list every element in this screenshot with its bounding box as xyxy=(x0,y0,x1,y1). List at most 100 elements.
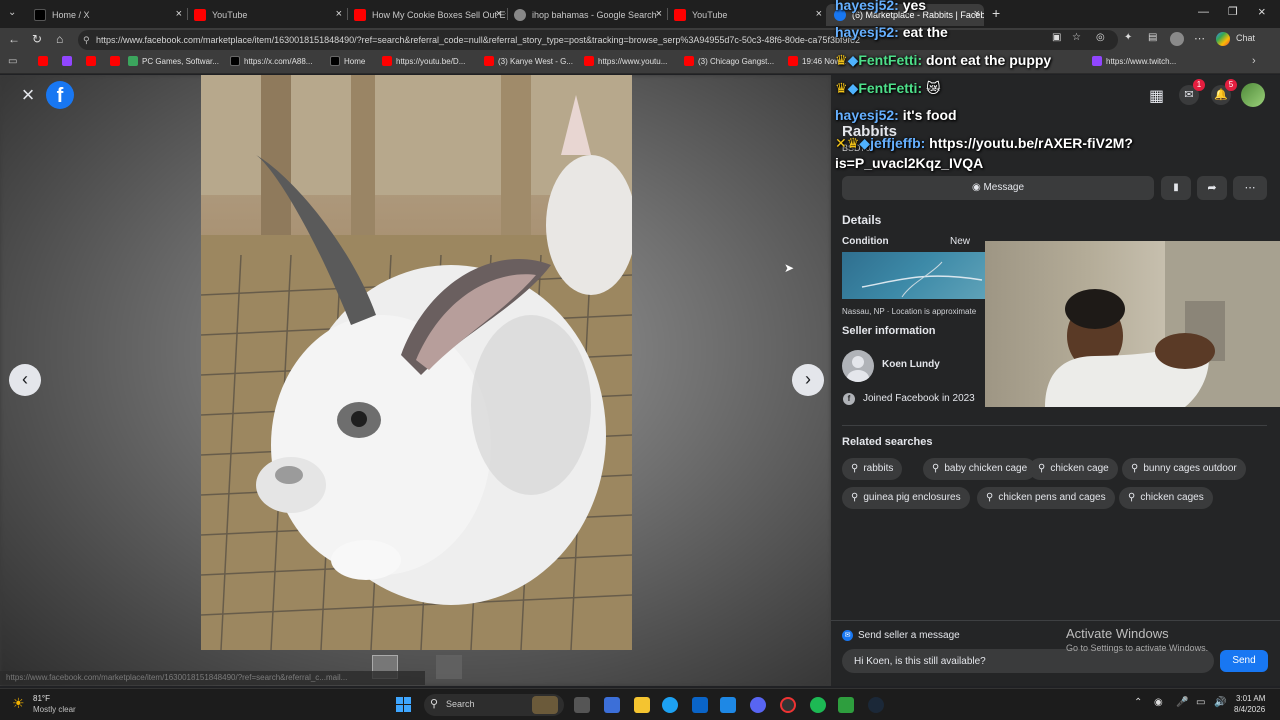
related-chip-baby-chicken-cage[interactable]: ⚲ baby chicken cage xyxy=(923,458,1037,480)
related-chip-chicken-cage[interactable]: ⚲ chicken cage xyxy=(1029,458,1118,480)
tab-google-search[interactable]: ihop bahamas - Google Search × xyxy=(506,4,666,26)
obs-icon[interactable] xyxy=(780,697,796,713)
share-listing-button[interactable]: ➦ xyxy=(1197,176,1227,200)
save-listing-button[interactable]: ▮ xyxy=(1161,176,1191,200)
xbox-icon[interactable] xyxy=(838,697,854,713)
browser-toolbar: ← ↻ ⌂ ⚲ https://www.facebook.com/marketp… xyxy=(0,28,1280,52)
close-tab-icon[interactable]: × xyxy=(816,8,822,20)
seller-avatar[interactable] xyxy=(842,350,874,382)
seller-name-link[interactable]: Koen Lundy xyxy=(882,359,940,370)
bookmarks-overflow-icon[interactable]: › xyxy=(1252,55,1256,67)
browser-tab-strip: ⌄ Home / X × YouTube × How My Cookie Box… xyxy=(0,0,1280,28)
related-chip-rabbits[interactable]: ⚲ rabbits xyxy=(842,458,903,480)
taskbar-date[interactable]: 8/4/2026 xyxy=(1234,705,1265,714)
discord-icon[interactable] xyxy=(750,697,766,713)
task-view-icon[interactable] xyxy=(574,697,590,713)
minimize-icon[interactable]: — xyxy=(1198,6,1209,18)
related-chip-chicken-pens-and-cages[interactable]: ⚲ chicken pens and cages xyxy=(977,487,1115,509)
tab-youtube-2[interactable]: YouTube × xyxy=(666,4,826,26)
bookmark-item[interactable]: https://x.com/A88... xyxy=(230,56,312,66)
maximize-icon[interactable]: ❐ xyxy=(1228,5,1238,18)
outlook-icon[interactable] xyxy=(720,697,736,713)
close-tab-icon[interactable]: × xyxy=(176,8,182,20)
site-info-icon[interactable]: ⚲ xyxy=(83,30,90,50)
weather-icon[interactable]: ☀ xyxy=(12,695,25,712)
close-tab-icon[interactable]: × xyxy=(656,8,662,20)
extension-icon[interactable]: ◎ xyxy=(1096,32,1105,43)
chat-button[interactable]: Chat xyxy=(1236,33,1255,43)
next-photo-button[interactable]: › xyxy=(792,364,824,396)
bookmark-item[interactable]: https://www.youtu... xyxy=(584,56,667,66)
chat-text: dont eat the puppy xyxy=(926,52,1052,68)
previous-photo-button[interactable]: ‹ xyxy=(9,364,41,396)
steam-icon[interactable] xyxy=(868,697,884,713)
account-avatar[interactable] xyxy=(1241,83,1265,107)
youtube-icon xyxy=(194,9,206,21)
file-explorer-icon[interactable] xyxy=(634,697,650,713)
chrome-icon[interactable] xyxy=(662,697,678,713)
store-icon[interactable] xyxy=(692,697,708,713)
bookmark-item[interactable] xyxy=(110,56,124,66)
network-icon[interactable]: ▭ xyxy=(1196,697,1205,708)
map-roads xyxy=(861,261,983,298)
bookmark-item[interactable] xyxy=(62,56,76,66)
menu-dots-icon[interactable]: ⋯ xyxy=(1194,32,1205,45)
profile-avatar[interactable] xyxy=(1170,32,1184,46)
bookmark-label: (3) Chicago Gangst... xyxy=(698,56,775,66)
tab-youtube-1[interactable]: YouTube × xyxy=(186,4,346,26)
bookmark-item[interactable]: (3) Chicago Gangst... xyxy=(684,56,774,66)
back-icon[interactable]: ← xyxy=(8,32,20,46)
new-tab-icon[interactable]: + xyxy=(992,5,1000,21)
thumbnail-2[interactable] xyxy=(436,655,462,679)
tab-search-chevron-icon[interactable]: ⌄ xyxy=(8,7,16,18)
install-icon[interactable]: ▣ xyxy=(1052,32,1061,43)
tray-app-icon[interactable]: ◉ xyxy=(1154,697,1163,708)
related-chip-chicken-cages[interactable]: ⚲ chicken cages xyxy=(1119,487,1213,509)
tab-cookie-boxes[interactable]: How My Cookie Boxes Sell Out Ev × xyxy=(346,4,506,26)
windows-start-icon[interactable] xyxy=(396,697,412,713)
microphone-icon[interactable]: 🎤 xyxy=(1176,697,1188,708)
related-chip-guinea-pig-enclosures[interactable]: ⚲ guinea pig enclosures xyxy=(842,487,970,509)
search-icon: ⚲ xyxy=(932,463,940,474)
bookmark-item[interactable]: PC Games, Softwar... xyxy=(128,56,219,66)
taskbar-search-box[interactable]: ⚲ Search xyxy=(424,694,564,716)
tab-title: ihop bahamas - Google Search xyxy=(532,10,657,20)
bookmark-item[interactable]: https://www.twitch... xyxy=(1092,56,1176,66)
chat-username: FentFetti: xyxy=(858,80,923,96)
close-window-icon[interactable]: × xyxy=(1258,4,1266,19)
condition-label: Condition xyxy=(842,236,889,247)
location-map[interactable] xyxy=(842,252,985,299)
bookmark-item[interactable]: https://youtu.be/D... xyxy=(382,56,465,66)
bookmark-star-icon[interactable]: ☆ xyxy=(1072,32,1081,43)
close-tab-icon[interactable]: × xyxy=(336,8,342,20)
search-icon: ⚲ xyxy=(1131,463,1139,474)
close-viewer-button[interactable]: × xyxy=(12,80,44,112)
spotify-icon[interactable] xyxy=(810,697,826,713)
address-bar[interactable]: ⚲ https://www.facebook.com/marketplace/i… xyxy=(78,30,1118,50)
related-searches-heading: Related searches xyxy=(842,436,933,448)
close-tab-icon[interactable]: × xyxy=(974,8,980,20)
sidebar-icon[interactable]: ▤ xyxy=(1148,32,1157,43)
reload-icon[interactable]: ↻ xyxy=(32,32,42,46)
puzzle-icon[interactable]: ✦ xyxy=(1124,32,1132,43)
message-seller-button[interactable]: ◉ Message xyxy=(842,176,1154,200)
bookmark-item[interactable] xyxy=(38,56,52,66)
volume-icon[interactable]: 🔊 xyxy=(1214,697,1226,708)
listing-photo[interactable] xyxy=(201,75,632,650)
related-chip-bunny-cages-outdoor[interactable]: ⚲ bunny cages outdoor xyxy=(1122,458,1246,480)
home-icon[interactable]: ⌂ xyxy=(56,32,63,46)
bookmark-item[interactable] xyxy=(86,56,100,66)
facebook-logo-icon[interactable]: f xyxy=(46,81,74,109)
bookmark-item[interactable]: (3) Kanye West - G... xyxy=(484,56,573,66)
menu-grid-icon[interactable]: ▦ xyxy=(1149,86,1164,106)
tab-home-x[interactable]: Home / X × xyxy=(26,4,186,26)
taskbar-time[interactable]: 3:01 AM xyxy=(1236,694,1265,703)
more-options-button[interactable]: ⋯ xyxy=(1233,176,1267,200)
tray-overflow-icon[interactable]: ⌃ xyxy=(1134,697,1142,708)
bookmarks-menu-icon[interactable]: ▭ xyxy=(8,56,17,67)
app-icon[interactable] xyxy=(604,697,620,713)
close-tab-icon[interactable]: × xyxy=(496,8,502,20)
send-message-button[interactable]: Send xyxy=(1220,650,1268,672)
chat-message: hayesj52: it's food xyxy=(835,107,957,123)
bookmark-item[interactable]: Home xyxy=(330,56,365,66)
